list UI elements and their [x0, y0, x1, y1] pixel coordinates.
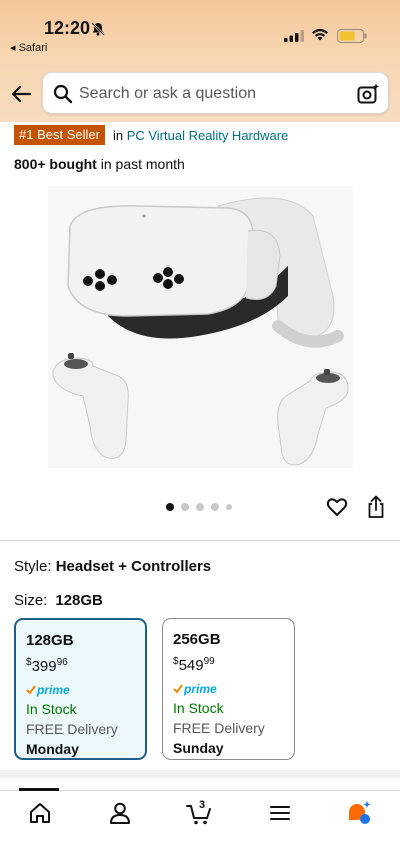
wifi-icon [312, 28, 328, 41]
section-divider [0, 540, 400, 541]
battery-icon [337, 29, 367, 43]
carousel-dot[interactable] [196, 503, 204, 511]
search-bar[interactable] [42, 72, 389, 115]
option-price: $39996 [26, 657, 68, 675]
back-arrow-icon[interactable] [10, 84, 32, 104]
camera-search-icon[interactable] [356, 82, 380, 106]
home-icon[interactable] [27, 800, 53, 826]
carousel-dot[interactable] [211, 503, 219, 511]
rufus-chat-icon[interactable] [346, 800, 372, 826]
size-value: 128GB [55, 592, 103, 609]
option-price: $54999 [173, 656, 215, 674]
bought-count: 800+ bought [14, 156, 97, 172]
search-input[interactable] [79, 73, 349, 115]
status-bar: 12:20 ◂ Safari [0, 0, 400, 60]
cellular-signal-icon [284, 30, 304, 42]
menu-icon[interactable] [267, 800, 293, 826]
heart-icon[interactable] [326, 496, 348, 518]
section-divider [0, 770, 400, 778]
option-name: 128GB [26, 632, 74, 649]
category-prefix: in [112, 127, 124, 143]
style-label: Style: [14, 558, 52, 575]
search-icon [53, 84, 73, 104]
delivery-day: Monday [26, 741, 79, 757]
carousel-dot[interactable] [226, 504, 232, 510]
best-seller-category[interactable]: in PC Virtual Reality Hardware [113, 128, 288, 143]
best-seller-badge[interactable]: #1 Best Seller [14, 125, 105, 145]
prime-check-icon [26, 685, 36, 695]
product-image[interactable] [48, 186, 353, 468]
cart-count-badge: 3 [199, 799, 206, 811]
size-label: Size: [14, 592, 48, 609]
prime-logo: prime [173, 682, 284, 696]
best-seller-row: #1 Best Seller in PC Virtual Reality Har… [14, 124, 288, 146]
style-value: Headset + Controllers [55, 558, 212, 575]
option-name: 256GB [173, 631, 221, 648]
delivery-text: FREE Delivery [26, 721, 118, 737]
size-option-256gb[interactable]: 256GB $54999 prime In Stock FREE Deliver… [162, 618, 295, 760]
account-icon[interactable] [107, 800, 133, 826]
carousel-dot[interactable] [166, 503, 174, 511]
prime-check-icon [173, 684, 183, 694]
image-carousel-indicator[interactable] [166, 503, 232, 511]
category-link[interactable]: PC Virtual Reality Hardware [127, 128, 289, 143]
status-time: 12:20 [44, 18, 91, 38]
size-selector: Size: 128GB [14, 592, 103, 609]
silent-bell-icon [91, 22, 105, 36]
back-to-safari-link[interactable]: ◂ Safari [10, 41, 47, 54]
stock-status: In Stock [26, 701, 77, 717]
prime-logo: prime [26, 683, 135, 697]
active-tab-indicator [19, 788, 59, 791]
size-option-128gb[interactable]: 128GB $39996 prime In Stock FREE Deliver… [14, 618, 147, 760]
stock-status: In Stock [173, 700, 224, 716]
carousel-dot[interactable] [181, 503, 189, 511]
style-selector: Style: Headset + Controllers [14, 558, 211, 575]
bought-suffix: in past month [100, 156, 185, 172]
delivery-text: FREE Delivery [173, 720, 265, 736]
share-icon[interactable] [366, 495, 386, 519]
delivery-day: Sunday [173, 740, 224, 756]
bought-in-past-month: 800+ bought in past month [14, 156, 185, 172]
